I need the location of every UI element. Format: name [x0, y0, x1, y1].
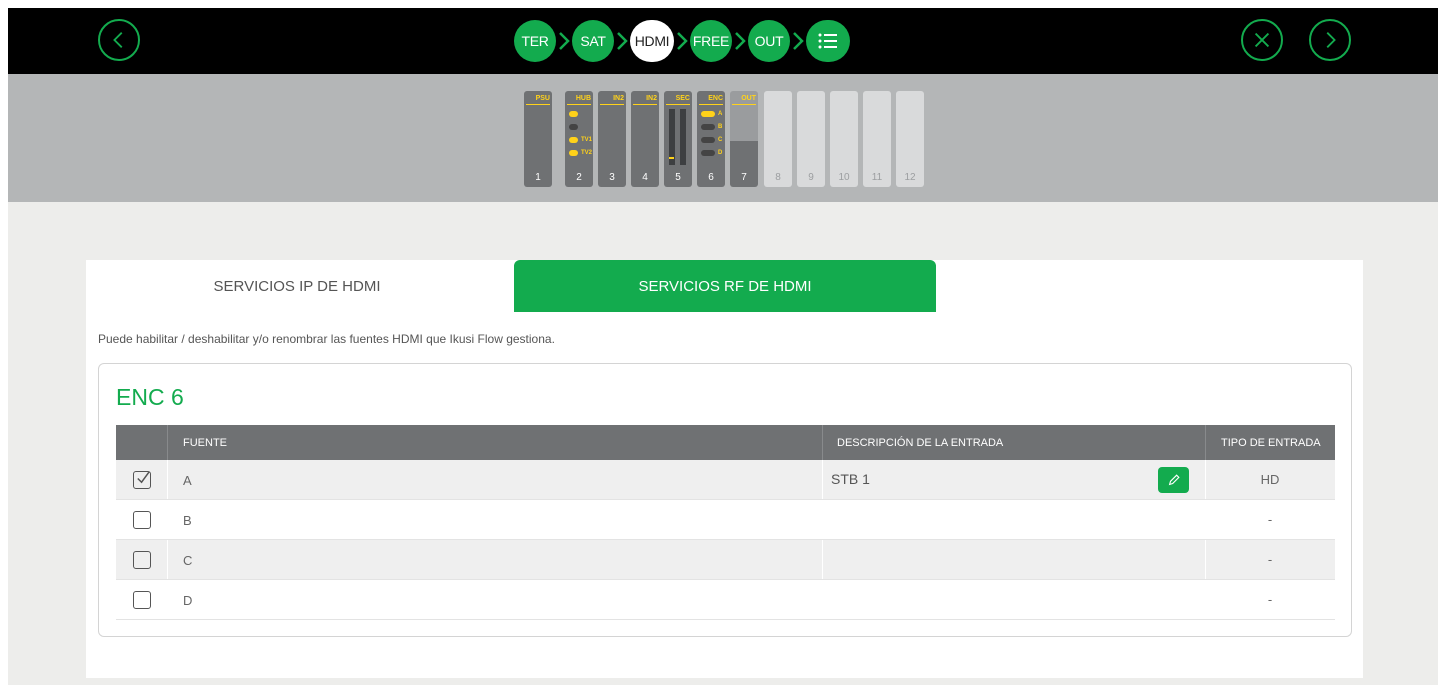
- step-hdmi[interactable]: HDMI: [630, 20, 674, 62]
- slot-number: 9: [808, 172, 814, 183]
- chevron-right-icon: [614, 31, 630, 51]
- top-navigation-bar: TER SAT HDMI FREE OUT: [8, 8, 1438, 74]
- input-type: -: [1267, 552, 1273, 567]
- module-label: IN2: [646, 95, 657, 102]
- chevron-right-icon: [1326, 32, 1336, 48]
- headend-rack: PSU 1 HUB TV1 TV2 2 IN2 3 IN2 4 SEC 5 EN…: [8, 74, 1438, 202]
- enable-checkbox[interactable]: [133, 591, 151, 609]
- enable-checkbox[interactable]: [133, 551, 151, 569]
- port-d: D: [701, 150, 722, 156]
- table-header: FUENTE DESCRIPCIÓN DE LA ENTRADA TIPO DE…: [116, 425, 1335, 460]
- step-summary[interactable]: [806, 20, 850, 62]
- source-name: A: [183, 473, 192, 488]
- step-ter[interactable]: TER: [514, 20, 556, 62]
- module-label: SEC: [675, 95, 690, 102]
- input-type: -: [1267, 592, 1273, 607]
- module-label: OUT: [741, 95, 756, 102]
- tab-rf-services[interactable]: SERVICIOS RF DE HDMI: [514, 260, 936, 312]
- slot-number: 7: [741, 172, 747, 183]
- rack-slot-empty[interactable]: 8: [764, 91, 792, 187]
- slot-number: 4: [642, 172, 648, 183]
- column-header-type: TIPO DE ENTRADA: [1221, 437, 1321, 449]
- rack-module-in2-b[interactable]: IN2 4: [631, 91, 659, 187]
- module-label: ENC: [708, 95, 723, 102]
- source-name: B: [183, 513, 192, 528]
- port-b: B: [701, 124, 722, 130]
- rack-slot-empty[interactable]: 11: [863, 91, 891, 187]
- chevron-right-icon: [556, 31, 572, 51]
- port-c: C: [701, 137, 722, 143]
- table-row: A STB 1 HD: [116, 460, 1335, 500]
- encoder-card: ENC 6 FUENTE DESCRIPCIÓN DE LA ENTRADA T…: [98, 363, 1352, 637]
- close-button[interactable]: [1241, 19, 1283, 61]
- slot-number: 12: [904, 172, 916, 183]
- rack-slot-empty[interactable]: 9: [797, 91, 825, 187]
- chevron-right-icon: [790, 31, 806, 51]
- step-out[interactable]: OUT: [748, 20, 790, 62]
- list-icon: [818, 33, 837, 49]
- rack-module-hub[interactable]: HUB TV1 TV2 2: [565, 91, 593, 187]
- back-button[interactable]: [98, 19, 140, 61]
- port-tv2: TV2: [569, 150, 592, 156]
- port-usb: [569, 124, 581, 130]
- module-label: IN2: [613, 95, 624, 102]
- rack-slot-empty[interactable]: 10: [830, 91, 858, 187]
- input-description: STB 1: [831, 471, 870, 487]
- column-header-source: FUENTE: [183, 437, 227, 449]
- slot-number: 2: [576, 172, 582, 183]
- app-frame: TER SAT HDMI FREE OUT PSU 1 HUB TV1 TV2 …: [8, 8, 1438, 685]
- rack-module-out[interactable]: OUT 7: [730, 91, 758, 187]
- close-icon: [1254, 32, 1270, 48]
- slot-number: 8: [775, 172, 781, 183]
- chevron-right-icon: [674, 31, 690, 51]
- slot-number: 1: [535, 172, 541, 183]
- rack-module-sec[interactable]: SEC 5: [664, 91, 692, 187]
- slot-number: 5: [675, 172, 681, 183]
- source-name: D: [183, 593, 193, 608]
- edit-description-button[interactable]: [1158, 467, 1189, 493]
- port-satellite: [569, 111, 581, 117]
- module-label: PSU: [535, 95, 550, 102]
- check-icon: [137, 471, 150, 484]
- input-type: HD: [1260, 472, 1280, 487]
- pencil-icon: [1168, 474, 1180, 486]
- encoder-title: ENC 6: [116, 384, 184, 410]
- slot-number: 3: [609, 172, 615, 183]
- step-free[interactable]: FREE: [690, 20, 732, 62]
- sources-table: FUENTE DESCRIPCIÓN DE LA ENTRADA TIPO DE…: [116, 425, 1335, 620]
- rack-module-enc[interactable]: ENC A B C D 6: [697, 91, 725, 187]
- tab-ip-services[interactable]: SERVICIOS IP DE HDMI: [86, 260, 508, 312]
- rack-module-in2-a[interactable]: IN2 3: [598, 91, 626, 187]
- source-name: C: [183, 553, 193, 568]
- rack-slot-empty[interactable]: 12: [896, 91, 924, 187]
- enable-checkbox[interactable]: [133, 511, 151, 529]
- port-a: A: [701, 111, 722, 117]
- module-label: HUB: [575, 95, 591, 102]
- enable-checkbox[interactable]: [133, 471, 151, 489]
- wizard-steps: TER SAT HDMI FREE OUT: [514, 19, 850, 63]
- chevron-left-icon: [113, 32, 123, 48]
- port-tv1: TV1: [569, 137, 592, 143]
- input-type: -: [1267, 512, 1273, 527]
- slot-number: 10: [838, 172, 850, 183]
- info-text: Puede habilitar / deshabilitar y/o renom…: [98, 332, 555, 346]
- table-row: D -: [116, 580, 1335, 620]
- step-sat[interactable]: SAT: [572, 20, 614, 62]
- next-button[interactable]: [1309, 19, 1351, 61]
- rack-module-psu[interactable]: PSU 1: [524, 91, 552, 187]
- slot-number: 11: [871, 172, 883, 183]
- column-header-description: DESCRIPCIÓN DE LA ENTRADA: [837, 437, 1004, 449]
- table-row: C -: [116, 540, 1335, 580]
- chevron-right-icon: [732, 31, 748, 51]
- table-row: B -: [116, 500, 1335, 540]
- slot-number: 6: [708, 172, 714, 183]
